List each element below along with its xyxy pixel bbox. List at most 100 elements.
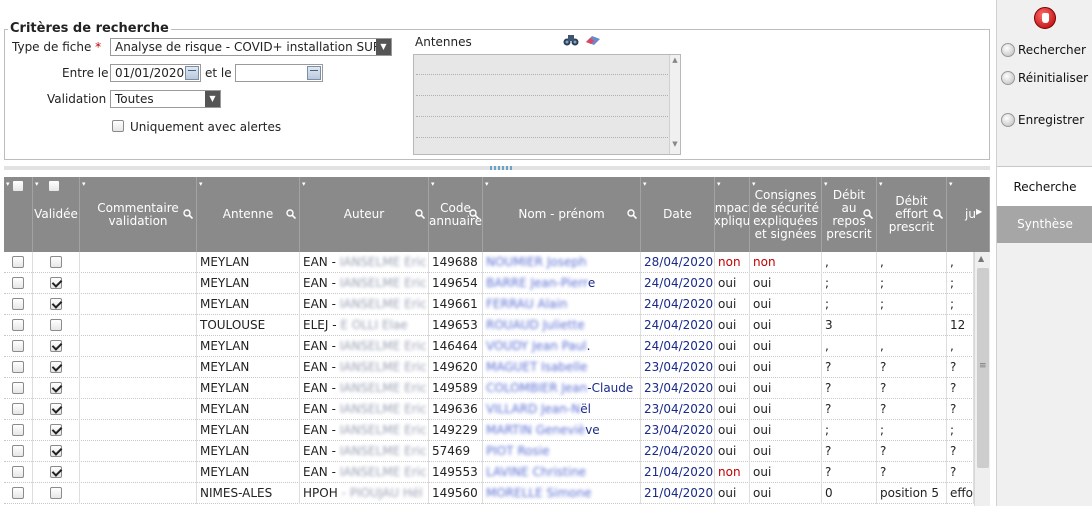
table-row[interactable]: MEYLAN EAN - IANSELME Eric 149688 NOUMIER J… bbox=[4, 252, 974, 273]
header-validee[interactable]: ▾ Validée bbox=[33, 177, 80, 252]
row-select-cell bbox=[4, 483, 33, 504]
reset-button[interactable]: Réinitialiser bbox=[1001, 71, 1088, 85]
header-date[interactable]: ▾ Date bbox=[641, 177, 715, 252]
row-select-checkbox[interactable] bbox=[12, 276, 24, 289]
auteur-name: IANSELME Eric bbox=[339, 297, 427, 311]
row-select-checkbox[interactable] bbox=[12, 465, 24, 478]
table-row[interactable]: MEYLAN EAN - IANSELME Eric 149620 MAGUET Is… bbox=[4, 357, 974, 378]
eraser-icon[interactable] bbox=[585, 35, 601, 45]
alerts-checkbox[interactable] bbox=[112, 120, 124, 132]
validate-all-checkbox[interactable] bbox=[48, 180, 60, 192]
chevron-down-icon[interactable]: ▼ bbox=[205, 91, 220, 107]
row-select-checkbox[interactable] bbox=[12, 255, 24, 268]
date-to-field[interactable] bbox=[235, 64, 323, 82]
table-row[interactable]: MEYLAN EAN - IANSELME Eric 149636 VILLARD J… bbox=[4, 399, 974, 420]
row-select-checkbox[interactable] bbox=[12, 402, 24, 415]
table-row[interactable]: MEYLAN EAN - IANSELME Eric 149589 COLOMBIER… bbox=[4, 378, 974, 399]
filter-search-icon[interactable] bbox=[286, 209, 296, 219]
splitter-grip[interactable] bbox=[490, 166, 514, 170]
filter-search-icon[interactable] bbox=[863, 209, 873, 219]
header-antenne[interactable]: ▾ Antenne bbox=[197, 177, 300, 252]
header-auteur[interactable]: ▾ Auteur bbox=[300, 177, 429, 252]
validated-checkbox[interactable] bbox=[50, 297, 62, 310]
filter-search-icon[interactable] bbox=[933, 209, 943, 219]
header-consignes[interactable]: ▾ Consignes de sécurité expliquées et sig… bbox=[750, 177, 822, 252]
row-select-checkbox[interactable] bbox=[12, 486, 24, 499]
grid-scrollbar[interactable]: ▲ bbox=[974, 252, 990, 506]
type-select[interactable]: Analyse de risque - COVID+ installation … bbox=[110, 38, 392, 56]
header-debit-effort[interactable]: ▾ Débit effort prescrit bbox=[877, 177, 947, 252]
tab-recherche[interactable]: Recherche bbox=[997, 166, 1092, 206]
panel-splitter[interactable] bbox=[4, 166, 990, 170]
filter-search-icon[interactable] bbox=[469, 209, 479, 219]
row-select-checkbox[interactable] bbox=[12, 381, 24, 394]
validated-checkbox[interactable] bbox=[50, 444, 62, 457]
validated-checkbox[interactable] bbox=[50, 402, 62, 415]
filter-search-icon[interactable] bbox=[627, 209, 637, 219]
consignes-cell: non bbox=[750, 252, 822, 273]
table-row[interactable]: MEYLAN EAN - IANSELME Eric 57469 PIOT Rosie… bbox=[4, 441, 974, 462]
row-select-checkbox[interactable] bbox=[12, 339, 24, 352]
filter-search-icon[interactable] bbox=[415, 209, 425, 219]
table-row[interactable]: MEYLAN EAN - IANSELME Eric 149654 BARRE Jea… bbox=[4, 273, 974, 294]
header-next-column[interactable]: ▾ ju bbox=[947, 177, 990, 252]
code-cell: 149636 bbox=[429, 399, 483, 420]
header-code-annuaire[interactable]: ▾ Code annuaire bbox=[429, 177, 483, 252]
table-row[interactable]: MEYLAN EAN - IANSELME Eric 149553 LAVINE Ch… bbox=[4, 462, 974, 483]
chevron-down-icon[interactable]: ▼ bbox=[376, 39, 391, 55]
table-row[interactable]: MEYLAN EAN - IANSELME Eric 146464 VOUDY Jea… bbox=[4, 336, 974, 357]
antennes-list[interactable]: ▲ ▼ bbox=[413, 54, 681, 155]
select-all-checkbox[interactable] bbox=[12, 180, 24, 192]
validated-checkbox[interactable] bbox=[50, 381, 62, 394]
validated-checkbox[interactable] bbox=[50, 360, 62, 373]
validation-select[interactable]: Toutes ▼ bbox=[110, 90, 221, 108]
antenne-cell: MEYLAN bbox=[197, 462, 300, 483]
binoculars-icon[interactable] bbox=[563, 34, 579, 46]
search-button[interactable]: Rechercher bbox=[1001, 43, 1086, 57]
and-label: et le bbox=[205, 66, 232, 80]
validated-checkbox[interactable] bbox=[50, 318, 62, 331]
validated-checkbox[interactable] bbox=[50, 486, 62, 499]
stop-hand-icon[interactable] bbox=[1034, 7, 1056, 29]
effort-cell: ? bbox=[877, 357, 947, 378]
validated-checkbox[interactable] bbox=[50, 423, 62, 436]
row-validated-cell bbox=[33, 420, 80, 441]
row-select-checkbox[interactable] bbox=[12, 444, 24, 457]
scroll-up-icon[interactable]: ▲ bbox=[978, 254, 984, 263]
header-commentaire[interactable]: ▾ Commentaire validation bbox=[80, 177, 197, 252]
scrollbar-thumb[interactable] bbox=[977, 268, 989, 468]
auteur-cell: EAN - IANSELME Eric bbox=[300, 441, 429, 462]
table-row[interactable]: TOULOUSE ELEJ - E OLLI Elae 149653 ROUAUD J… bbox=[4, 315, 974, 336]
table-row[interactable]: NIMES-ALES HPOH - PIOUJAU Hél 149560 MORELL… bbox=[4, 483, 974, 504]
row-select-checkbox[interactable] bbox=[12, 423, 24, 436]
calendar-icon[interactable] bbox=[307, 66, 321, 80]
auteur-name: IANSELME Eric bbox=[339, 465, 427, 479]
save-button[interactable]: Enregistrer bbox=[1001, 113, 1084, 127]
validated-checkbox[interactable] bbox=[50, 276, 62, 289]
auteur-name: IANSELME Eric bbox=[339, 360, 427, 374]
criteria-title: Critères de recherche bbox=[8, 21, 171, 36]
tab-synthese[interactable]: Synthèse bbox=[997, 206, 1092, 243]
header-nom-prenom[interactable]: ▾ Nom - prénom bbox=[483, 177, 641, 252]
row-select-cell bbox=[4, 357, 33, 378]
antenne-cell: NIMES-ALES bbox=[197, 483, 300, 504]
row-select-checkbox[interactable] bbox=[12, 318, 24, 331]
validated-checkbox[interactable] bbox=[50, 339, 62, 352]
date-cell: 28/04/2020 bbox=[641, 252, 715, 273]
antennes-scrollbar[interactable]: ▲ ▼ bbox=[669, 55, 680, 154]
date-from-field[interactable]: 01/01/2020 bbox=[110, 64, 201, 82]
code-cell: 149688 bbox=[429, 252, 483, 273]
scroll-right-icon[interactable]: ▶ bbox=[976, 207, 982, 216]
row-select-checkbox[interactable] bbox=[12, 297, 24, 310]
calendar-icon[interactable] bbox=[185, 66, 199, 80]
table-row[interactable]: MEYLAN EAN - IANSELME Eric 149229 MARTIN Ge… bbox=[4, 420, 974, 441]
header-impact[interactable]: ▾Impact expliqué bbox=[715, 177, 750, 252]
validated-checkbox[interactable] bbox=[50, 465, 62, 478]
table-row[interactable]: MEYLAN EAN - IANSELME Eric 149661 FERRAU Al… bbox=[4, 294, 974, 315]
auteur-code: EAN - bbox=[303, 339, 336, 353]
impact-cell: oui bbox=[715, 483, 750, 504]
header-debit-repos[interactable]: ▾ Débit au repos prescrit bbox=[822, 177, 877, 252]
row-select-checkbox[interactable] bbox=[12, 360, 24, 373]
filter-search-icon[interactable] bbox=[183, 209, 193, 219]
validated-checkbox[interactable] bbox=[50, 255, 62, 268]
